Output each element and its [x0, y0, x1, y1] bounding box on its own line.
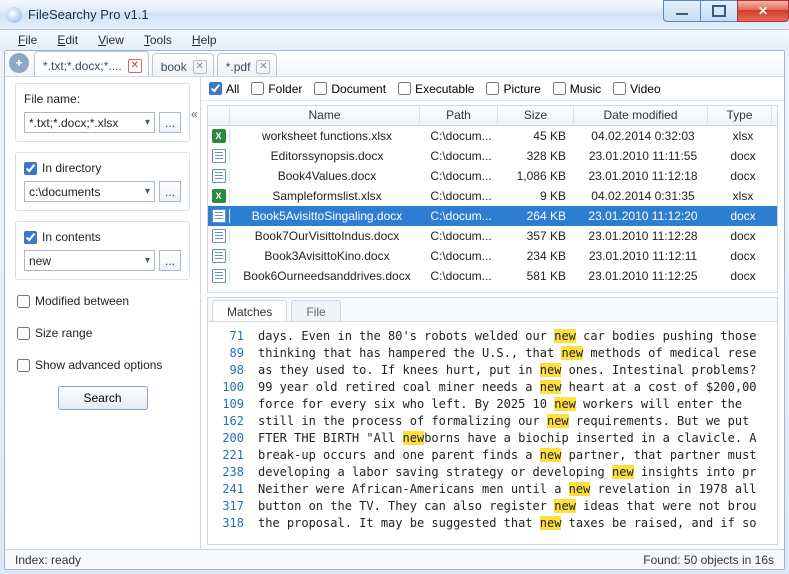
preview-line: 162still in the process of formalizing o…	[212, 413, 773, 430]
chevron-down-icon[interactable]: ▾	[145, 117, 150, 128]
docx-icon	[212, 209, 226, 223]
close-button[interactable]	[737, 0, 789, 22]
col-type[interactable]: Type	[708, 106, 772, 125]
preview-line: 109force for every six who left. By 2025…	[212, 396, 773, 413]
tab-1-close-icon[interactable]: ✕	[193, 60, 207, 74]
table-row[interactable]: Book6Ourneedsanddrives.docxC:\docum...58…	[208, 266, 777, 286]
docx-icon	[212, 229, 226, 243]
table-row[interactable]: Book3AvisittoKino.docxC:\docum...234 KB2…	[208, 246, 777, 266]
menu-edit[interactable]: Edit	[49, 31, 86, 49]
minimize-button[interactable]	[663, 0, 701, 22]
filter-picture[interactable]: Picture	[486, 82, 540, 96]
menu-view[interactable]: View	[90, 31, 132, 49]
menu-help[interactable]: Help	[184, 31, 225, 49]
preview-line: 241Neither were African-Americans men un…	[212, 481, 773, 498]
status-bar: Index: ready Found: 50 objects in 16s	[5, 549, 784, 569]
in-directory-checkbox[interactable]: In directory	[24, 161, 181, 175]
maximize-button[interactable]	[700, 0, 738, 22]
tab-1-label: book	[161, 60, 187, 74]
directory-browse-button[interactable]: ...	[159, 181, 181, 202]
xlsx-icon	[212, 189, 226, 203]
chevron-down-icon[interactable]: ▾	[145, 186, 150, 197]
col-size[interactable]: Size	[498, 106, 574, 125]
directory-group: In directory c:\documents ▾ ...	[15, 152, 190, 211]
tab-1[interactable]: book ✕	[152, 53, 214, 76]
preview-line: 238developing a labor saving strategy or…	[212, 464, 773, 481]
search-criteria-pane: File name: *.txt;*.docx;*.xlsx ▾ ... In …	[5, 77, 201, 549]
search-button[interactable]: Search	[58, 386, 148, 410]
docx-icon	[212, 149, 226, 163]
filter-video[interactable]: Video	[613, 82, 660, 96]
preview-line: 98as they used to. If knees hurt, put in…	[212, 362, 773, 379]
table-row[interactable]: Book7OurVisittoIndus.docxC:\docum...357 …	[208, 226, 777, 246]
preview-line: 71days. Even in the 80's robots welded o…	[212, 328, 773, 345]
col-path[interactable]: Path	[420, 106, 498, 125]
tab-2[interactable]: *.pdf ✕	[217, 53, 278, 76]
col-date[interactable]: Date modified	[574, 106, 708, 125]
filename-input[interactable]: *.txt;*.docx;*.xlsx ▾	[24, 112, 155, 133]
filter-folder[interactable]: Folder	[251, 82, 302, 96]
menu-bar: File Edit View Tools Help	[0, 30, 789, 50]
table-row[interactable]: Book4Values.docxC:\docum...1,086 KB23.01…	[208, 166, 777, 186]
title-bar: FileSearchy Pro v1.1	[0, 0, 789, 30]
filename-browse-button[interactable]: ...	[159, 112, 181, 133]
col-name[interactable]: Name	[230, 106, 420, 125]
results-pane: All Folder Document Executable Picture M…	[201, 77, 784, 549]
chevron-down-icon[interactable]: ▾	[145, 255, 150, 266]
filter-executable[interactable]: Executable	[398, 82, 474, 96]
menu-file[interactable]: File	[10, 31, 45, 49]
preview-line: 318the proposal. It may be suggested tha…	[212, 515, 773, 532]
preview-tab-file[interactable]: File	[291, 300, 340, 321]
new-tab-button[interactable]: +	[9, 53, 29, 73]
preview-content[interactable]: 71days. Even in the 80's robots welded o…	[208, 322, 777, 544]
tab-2-close-icon[interactable]: ✕	[256, 60, 270, 74]
xlsx-icon	[212, 129, 226, 143]
contents-input[interactable]: new ▾	[24, 250, 155, 271]
table-row[interactable]: worksheet functions.xlsxC:\docum...45 KB…	[208, 126, 777, 146]
tab-0-label: *.txt;*.docx;*....	[43, 59, 122, 73]
preview-line: 221break-up occurs and one parent finds …	[212, 447, 773, 464]
collapse-sidebar-icon[interactable]: «	[191, 107, 198, 121]
size-range-checkbox[interactable]: Size range	[17, 326, 188, 340]
preview-line: 89thinking that has hampered the U.S., t…	[212, 345, 773, 362]
table-row[interactable]: Sampleformslist.xlsxC:\docum...9 KB04.02…	[208, 186, 777, 206]
preview-tab-matches[interactable]: Matches	[212, 300, 287, 321]
status-found: Found: 50 objects in 16s	[643, 553, 774, 567]
search-tabs: + *.txt;*.docx;*.... ✕ book ✕ *.pdf ✕	[5, 51, 784, 77]
filter-all[interactable]: All	[209, 82, 239, 96]
filter-music[interactable]: Music	[553, 82, 601, 96]
type-filter-bar: All Folder Document Executable Picture M…	[201, 77, 784, 101]
contents-group: In contents new ▾ ...	[15, 221, 190, 280]
in-contents-checkbox[interactable]: In contents	[24, 230, 181, 244]
table-row[interactable]: Editorssynopsis.docxC:\docum...328 KB23.…	[208, 146, 777, 166]
filename-group: File name: *.txt;*.docx;*.xlsx ▾ ...	[15, 83, 190, 142]
grid-header: Name Path Size Date modified Type	[208, 106, 777, 126]
advanced-options-checkbox[interactable]: Show advanced options	[17, 358, 188, 372]
filter-document[interactable]: Document	[314, 82, 386, 96]
app-icon	[6, 7, 22, 23]
docx-icon	[212, 269, 226, 283]
tab-2-label: *.pdf	[226, 60, 251, 74]
preview-line: 317button on the TV. They can also regis…	[212, 498, 773, 515]
docx-icon	[212, 249, 226, 263]
preview-line: 10099 year old retired coal miner needs …	[212, 379, 773, 396]
tab-0[interactable]: *.txt;*.docx;*.... ✕	[34, 51, 149, 76]
preview-pane: Matches File 71days. Even in the 80's ro…	[207, 297, 778, 545]
menu-tools[interactable]: Tools	[136, 31, 180, 49]
results-grid: Name Path Size Date modified Type worksh…	[207, 105, 778, 293]
contents-options-button[interactable]: ...	[159, 250, 181, 271]
window-controls	[664, 0, 789, 22]
modified-between-checkbox[interactable]: Modified between	[17, 294, 188, 308]
docx-icon	[212, 169, 226, 183]
window-title: FileSearchy Pro v1.1	[28, 7, 149, 22]
grid-body[interactable]: worksheet functions.xlsxC:\docum...45 KB…	[208, 126, 777, 292]
tab-0-close-icon[interactable]: ✕	[128, 59, 142, 73]
preview-line: 200FTER THE BIRTH "All newborns have a b…	[212, 430, 773, 447]
directory-input[interactable]: c:\documents ▾	[24, 181, 155, 202]
status-index: Index: ready	[15, 553, 81, 567]
filename-label: File name:	[24, 92, 181, 106]
table-row[interactable]: Book5AvisittoSingaling.docxC:\docum...26…	[208, 206, 777, 226]
